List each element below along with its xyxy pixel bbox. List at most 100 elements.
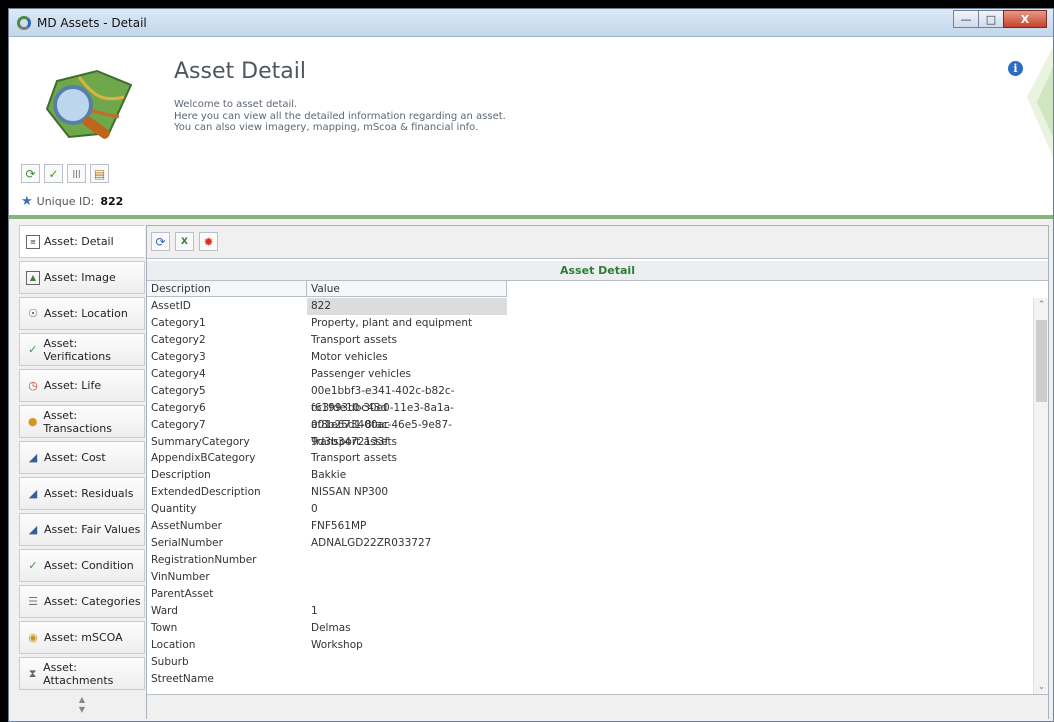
tag-icon: ◢ xyxy=(28,451,38,464)
clipboard-button[interactable]: ▤ xyxy=(90,164,109,183)
sidebar-scroll[interactable]: ▲ ▼ xyxy=(19,695,145,717)
detail-icon: ≡ xyxy=(26,234,40,249)
table-row[interactable]: Town Delmas xyxy=(147,620,1035,637)
content-panel: ⟳ X ✹ Asset Detail Description Value Ass… xyxy=(146,225,1049,720)
table-row[interactable]: StreetName xyxy=(147,671,1035,688)
clipboard-icon: ▤ xyxy=(93,166,106,181)
table-row[interactable]: Quantity 0 xyxy=(147,501,1035,518)
export-excel-button[interactable]: X xyxy=(175,232,194,251)
info-icon[interactable]: i xyxy=(1008,61,1023,76)
table-row[interactable]: SerialNumber ADNALGD22ZR033727 xyxy=(147,535,1035,552)
tag-icon: ◢ xyxy=(28,487,38,500)
minimize-button[interactable]: — xyxy=(953,10,979,28)
cell-description: VinNumber xyxy=(151,571,210,583)
cell-description: Category2 xyxy=(151,333,206,346)
cell-description: Suburb xyxy=(151,655,189,668)
title-bar: MD Assets - Detail — □ X xyxy=(9,9,1053,37)
sidebar-item-residuals[interactable]: ◢ Asset: Residuals xyxy=(19,477,145,510)
cell-value: 00e1bbf3-e341-402c-b82c-f61993dbc43d xyxy=(311,384,455,414)
cell-value: Transport assets xyxy=(311,452,398,465)
table-row[interactable]: SummaryCategory Transport assets xyxy=(147,434,1035,451)
sidebar-item-mscoa[interactable]: ◉ Asset: mSCOA xyxy=(19,621,145,654)
cell-value: Workshop xyxy=(311,638,363,651)
app-window: MD Assets - Detail — □ X Asset Detail We… xyxy=(8,8,1054,722)
sidebar-item-image[interactable]: ▲ Asset: Image xyxy=(19,261,145,294)
sidebar-item-transactions[interactable]: ● Asset: Transactions xyxy=(19,405,145,438)
grid-refresh-button[interactable]: ⟳ xyxy=(151,232,170,251)
column-header-value[interactable]: Value xyxy=(307,281,507,297)
sidebar: ≡ Asset: Detail ▲ Asset: Image ☉ Asset: Loc… xyxy=(19,225,145,717)
cell-value: Motor vehicles xyxy=(311,350,388,363)
verify-button[interactable]: ✓ xyxy=(44,164,63,183)
cell-description: Category1 xyxy=(151,316,206,329)
cell-value: af8b25d1-8fac-46e5-9e87-9d3b3472133f xyxy=(311,418,452,448)
refresh-icon: ⟳ xyxy=(25,166,36,181)
sidebar-item-cost[interactable]: ◢ Asset: Cost xyxy=(19,441,145,474)
table-row[interactable]: AppendixBCategory Transport assets xyxy=(147,450,1035,467)
refresh-button[interactable]: ⟳ xyxy=(21,164,40,183)
table-row[interactable]: Category3 Motor vehicles xyxy=(147,349,1035,366)
sidebar-item-fair-values[interactable]: ◢ Asset: Fair Values xyxy=(19,513,145,546)
table-row[interactable]: Category1 Property, plant and equipment xyxy=(147,315,1035,332)
cell-value: 822 xyxy=(307,298,507,315)
scroll-thumb[interactable] xyxy=(1036,320,1047,402)
table-row[interactable]: VinNumber xyxy=(147,569,1035,586)
cell-description: SerialNumber xyxy=(151,537,223,550)
table-row[interactable]: AssetNumber FNF561MP xyxy=(147,518,1035,535)
cell-value: 1 xyxy=(311,604,318,617)
star-icon: ★ xyxy=(21,194,33,209)
chevron-down-icon[interactable]: ▼ xyxy=(79,705,85,714)
cell-description: AssetID xyxy=(151,300,191,312)
globe-icon: ☉ xyxy=(28,307,38,320)
sidebar-item-condition[interactable]: ✓ Asset: Condition xyxy=(19,549,145,582)
header-panel: Asset Detail Welcome to asset detail. He… xyxy=(9,37,1053,215)
table-row[interactable]: Location Workshop xyxy=(147,637,1035,654)
chevron-up-icon[interactable]: ▲ xyxy=(79,695,85,704)
cell-value: Delmas xyxy=(311,621,351,634)
cell-description: Location xyxy=(151,638,196,651)
clock-icon: ◷ xyxy=(28,379,38,392)
cell-description: AppendixBCategory xyxy=(151,452,256,465)
sidebar-item-attachments[interactable]: ⧗ Asset: Attachments xyxy=(19,657,145,690)
check-icon: ✓ xyxy=(28,559,38,572)
cell-description: Quantity xyxy=(151,503,197,516)
column-header-description[interactable]: Description xyxy=(147,281,307,297)
window-controls: — □ X xyxy=(953,10,1047,28)
cell-description: Description xyxy=(151,469,211,482)
asset-detail-grid: AssetID 822 Category1 Property, plant and e… xyxy=(147,298,1035,694)
table-row[interactable]: Category2 Transport assets xyxy=(147,332,1035,349)
excel-icon: X xyxy=(181,236,188,247)
close-button[interactable]: X xyxy=(1003,10,1047,28)
sidebar-item-detail[interactable]: ≡ Asset: Detail xyxy=(19,225,145,258)
table-row[interactable]: ExtendedDescription NISSAN NP300 xyxy=(147,484,1035,501)
table-row[interactable]: Description Bakkie xyxy=(147,467,1035,484)
cell-value: FNF561MP xyxy=(311,520,367,533)
unique-id: ★ Unique ID: 822 xyxy=(21,194,124,209)
vertical-scrollbar[interactable]: ⌃ ⌄ xyxy=(1033,298,1048,694)
image-icon: ▲ xyxy=(26,270,40,285)
scroll-up-icon[interactable]: ⌃ xyxy=(1034,300,1049,310)
cell-description: Category7 xyxy=(151,418,206,431)
sidebar-item-life[interactable]: ◷ Asset: Life xyxy=(19,369,145,402)
scroll-down-icon[interactable]: ⌄ xyxy=(1034,682,1049,692)
cell-value xyxy=(307,569,507,586)
app-icon xyxy=(17,16,31,30)
table-row[interactable]: ParentAsset xyxy=(147,586,1035,603)
sidebar-item-location[interactable]: ☉ Asset: Location xyxy=(19,297,145,330)
refresh-icon: ⟳ xyxy=(155,234,166,249)
table-row[interactable]: Category6 cc3fde10-30e0-11e3-8a1a-001e673… xyxy=(147,400,1035,431)
table-row[interactable]: RegistrationNumber xyxy=(147,552,1035,569)
barcode-button[interactable]: ||| xyxy=(67,164,86,183)
table-row[interactable]: Category5 00e1bbf3-e341-402c-b82c-f61993d… xyxy=(147,383,1035,414)
table-row[interactable]: AssetID 822 xyxy=(147,298,1035,315)
maximize-button[interactable]: □ xyxy=(978,10,1004,28)
table-row[interactable]: Ward 1 xyxy=(147,603,1035,620)
table-row[interactable]: Category4 Passenger vehicles xyxy=(147,366,1035,383)
sidebar-item-verifications[interactable]: ✓ Asset: Verifications xyxy=(19,333,145,366)
table-row[interactable]: Suburb xyxy=(147,654,1035,671)
sidebar-item-categories[interactable]: ☰ Asset: Categories xyxy=(19,585,145,618)
table-row[interactable]: Category7 af8b25d1-8fac-46e5-9e87-9d3b347… xyxy=(147,417,1035,448)
decorative-corner xyxy=(1027,47,1053,157)
report-bug-button[interactable]: ✹ xyxy=(199,232,218,251)
cell-description: ParentAsset xyxy=(151,587,214,600)
